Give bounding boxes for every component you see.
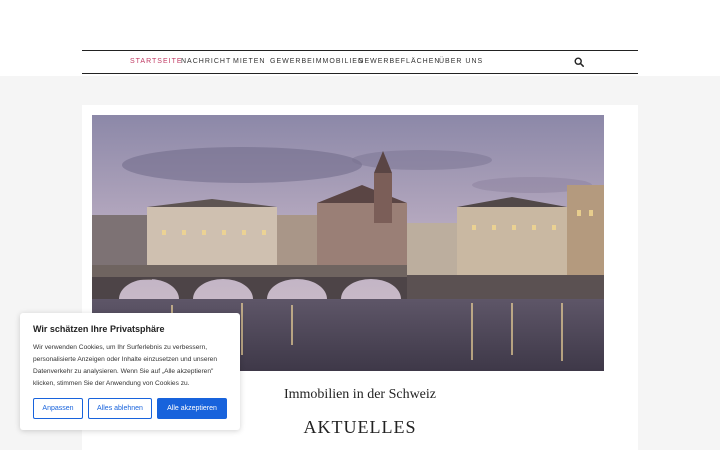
cookie-consent-dialog: Wir schätzen Ihre Privatsphäre Wir verwe… [20, 313, 240, 430]
nav-item-startseite[interactable]: STARTSEITE [130, 51, 183, 73]
main-navigation: STARTSEITE NACHRICHT MIETEN GEWERBEIMMOB… [82, 50, 638, 74]
search-icon[interactable] [574, 57, 584, 67]
cookie-title: Wir schätzen Ihre Privatsphäre [33, 324, 165, 334]
nav-item-gewerbeflaechen[interactable]: GEWERBEFLÄCHEN [358, 51, 440, 73]
accept-all-button[interactable]: Alle akzeptieren [157, 398, 227, 419]
nav-item-ueber-uns[interactable]: ÜBER UNS [439, 51, 483, 73]
reject-all-button[interactable]: Alles ablehnen [88, 398, 152, 419]
nav-item-mieten[interactable]: MIETEN [233, 51, 265, 73]
nav-item-gewerbeimmobilien[interactable]: GEWERBEIMMOBILIEN [270, 51, 364, 73]
customize-button[interactable]: Anpassen [33, 398, 83, 419]
cookie-description: Wir verwenden Cookies, um Ihr Surferlebn… [33, 344, 218, 387]
nav-item-nachricht[interactable]: NACHRICHT [181, 51, 231, 73]
